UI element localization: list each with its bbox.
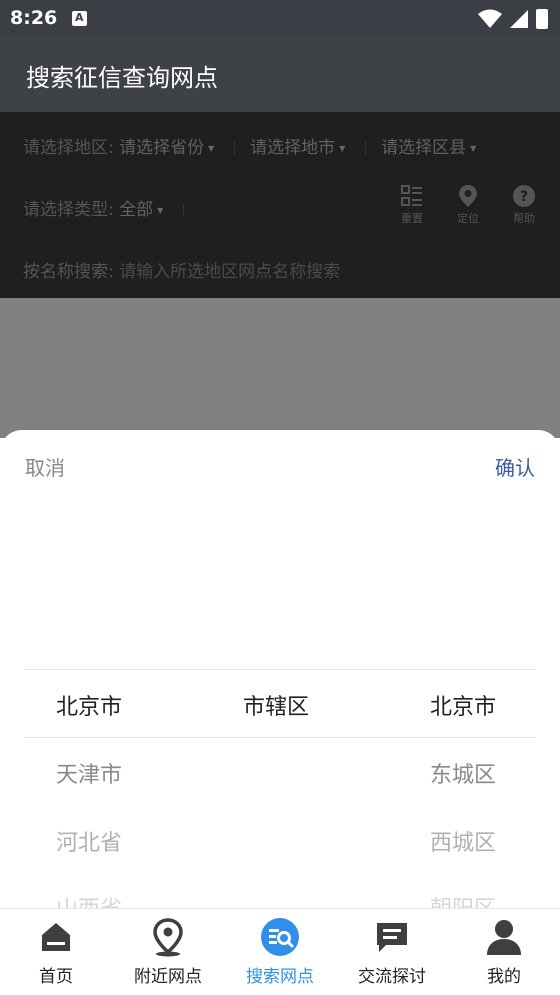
app-bar: 搜索征信查询网点 [0,38,560,112]
picker-district-selected[interactable]: 北京市 [430,689,496,721]
province-select[interactable]: 请选择省份 ▼ [119,138,214,158]
signal-icon [510,10,528,28]
bottom-tab-bar: 首页 附近网点 搜索网点 交流探讨 我的 [0,908,560,995]
picker-province-option[interactable]: 天津市 [56,757,122,789]
page-title: 搜索征信查询网点 [26,64,218,92]
tab-home[interactable]: 首页 [0,909,112,995]
picker-city-selected[interactable]: 市辖区 [243,689,309,721]
type-label: 请选择类型: [23,200,114,220]
svg-text:?: ? [520,189,528,205]
search-list-icon [261,918,299,956]
divider [233,141,235,155]
chat-icon [377,923,407,952]
picker-district-option[interactable]: 西城区 [430,825,496,857]
picker-province-selected[interactable]: 北京市 [56,689,122,721]
tab-label: 搜索网点 [246,967,314,987]
search-input[interactable]: 请输入所选地区网点名称搜索 [119,262,340,282]
help-icon: ? [513,185,535,207]
status-icons [476,7,552,35]
help-button[interactable]: ? 帮助 [504,184,544,226]
region-row: 请选择地区: 请选择省份 ▼ 请选择地市 ▼ 请选择区县 ▼ [23,133,480,158]
city-select[interactable]: 请选择地市 ▼ [250,138,345,158]
locate-label: 定位 [457,212,479,225]
tab-discussion[interactable]: 交流探讨 [336,909,448,995]
reset-button[interactable]: 重置 [392,184,432,226]
district-select[interactable]: 请选择区县 ▼ [381,138,476,158]
caret-down-icon: ▼ [157,205,164,215]
location-pin-icon [459,185,477,207]
status-time: 8:26 [10,7,58,29]
picker-highlight-bottom [24,737,536,738]
region-picker-sheet: 取消 确认 北京市 天津市 河北省 山西省 市辖区 北京市 东城区 西城区 朝阳… [0,430,560,908]
picker-province-option[interactable]: 山西省 [56,891,122,908]
tab-label: 首页 [39,967,73,987]
location-pin-icon [153,918,183,957]
divider [182,203,184,217]
status-bar: 8:26 [0,0,560,38]
home-icon [42,923,70,951]
user-icon [487,920,521,955]
tab-label: 附近网点 [134,967,202,987]
search-label: 按名称搜索: [23,262,114,282]
type-row: 请选择类型: 全部 ▼ [23,195,194,220]
cancel-button[interactable]: 取消 [25,452,65,481]
caret-down-icon: ▼ [208,143,215,153]
locate-button[interactable]: 定位 [448,184,488,226]
tab-label: 我的 [487,967,521,987]
battery-icon [536,9,548,29]
divider [364,141,366,155]
filter-panel: 请选择地区: 请选择省份 ▼ 请选择地市 ▼ 请选择区县 ▼ 请选择类型: 全部 ▼ 重… [0,112,560,298]
reset-label: 重置 [401,212,423,225]
tab-search[interactable]: 搜索网点 [224,909,336,995]
type-select[interactable]: 全部 ▼ [119,200,163,220]
region-label: 请选择地区: [23,138,114,158]
reset-icon [401,185,422,206]
caret-down-icon: ▼ [470,143,477,153]
wifi-icon [478,9,502,28]
notification-a-icon [72,11,87,26]
picker-highlight-top [24,669,536,670]
modal-overlay[interactable] [0,298,560,438]
help-label: 帮助 [513,212,535,225]
picker-province-option[interactable]: 河北省 [56,825,122,857]
tab-profile[interactable]: 我的 [448,909,560,995]
caret-down-icon: ▼ [339,143,346,153]
tab-label: 交流探讨 [358,967,426,987]
picker-district-option[interactable]: 东城区 [430,757,496,789]
picker-district-option[interactable]: 朝阳区 [430,891,496,908]
tab-nearby[interactable]: 附近网点 [112,909,224,995]
confirm-button[interactable]: 确认 [495,452,535,481]
search-row: 按名称搜索: 请输入所选地区网点名称搜索 [23,257,340,282]
